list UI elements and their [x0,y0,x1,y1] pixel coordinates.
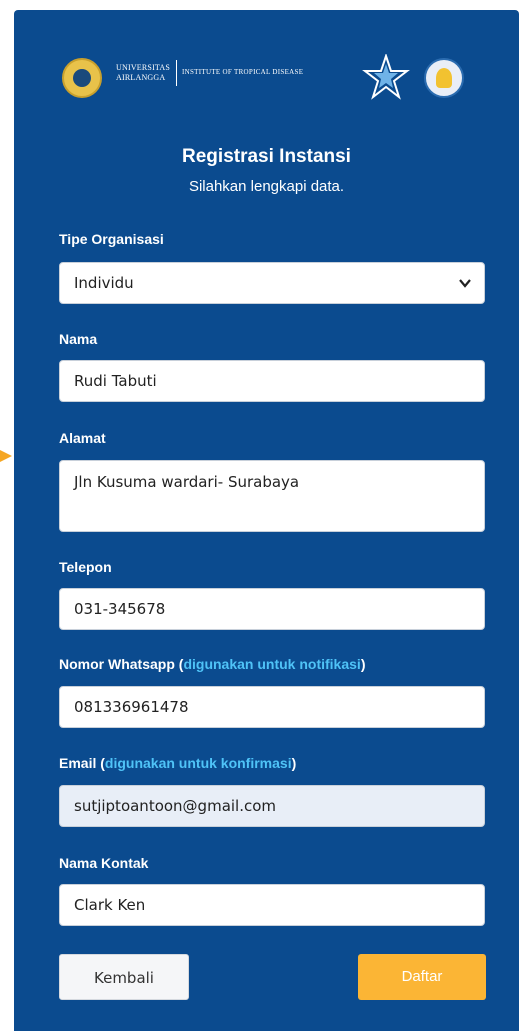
nama-input[interactable]: Rudi Tabuti [59,360,485,402]
whatsapp-hint: digunakan untuk notifikasi [183,656,361,672]
kembali-button[interactable]: Kembali [59,954,189,1000]
logo-divider [176,60,177,86]
universitas-airlangga-text: UNIVERSITAS AIRLANGGA [116,63,171,82]
pointer-arrow-icon [0,450,12,462]
page-subtitle: Silahkan lengkapi data. [188,178,345,195]
tut-wuri-handayani-logo [424,58,464,98]
registration-panel: UNIVERSITAS AIRLANGGA INSTITUTE OF TROPI… [14,10,519,1031]
nama-kontak-input[interactable]: Clark Ken [59,884,485,926]
institute-tropical-disease-text: INSTITUTE OF TROPICAL DISEASE [182,68,304,76]
daftar-button[interactable]: Daftar [358,954,486,1000]
universitas-airlangga-logo [62,58,102,98]
nama-label: Nama [59,331,98,347]
star-logo-icon [362,54,410,100]
telepon-input[interactable]: 031-345678 [59,588,485,630]
email-input[interactable]: sutjiptoantoon@gmail.com [59,785,485,827]
chevron-down-icon [459,279,471,288]
email-label: Email (digunakan untuk konfirmasi) [59,755,297,771]
tipe-organisasi-value: Individu [74,274,134,292]
alamat-label: Alamat [59,430,106,446]
nama-kontak-label: Nama Kontak [59,855,149,871]
logo-row: UNIVERSITAS AIRLANGGA INSTITUTE OF TROPI… [14,54,519,104]
alamat-textarea[interactable]: Jln Kusuma wardari- Surabaya [59,460,485,532]
page-title: Registrasi Instansi [182,146,351,167]
tipe-organisasi-select[interactable]: Individu [59,262,485,304]
tipe-organisasi-label: Tipe Organisasi [59,231,164,247]
whatsapp-label: Nomor Whatsapp (digunakan untuk notifika… [59,656,366,672]
telepon-label: Telepon [59,559,112,575]
email-hint: digunakan untuk konfirmasi [104,755,292,771]
whatsapp-input[interactable]: 081336961478 [59,686,485,728]
